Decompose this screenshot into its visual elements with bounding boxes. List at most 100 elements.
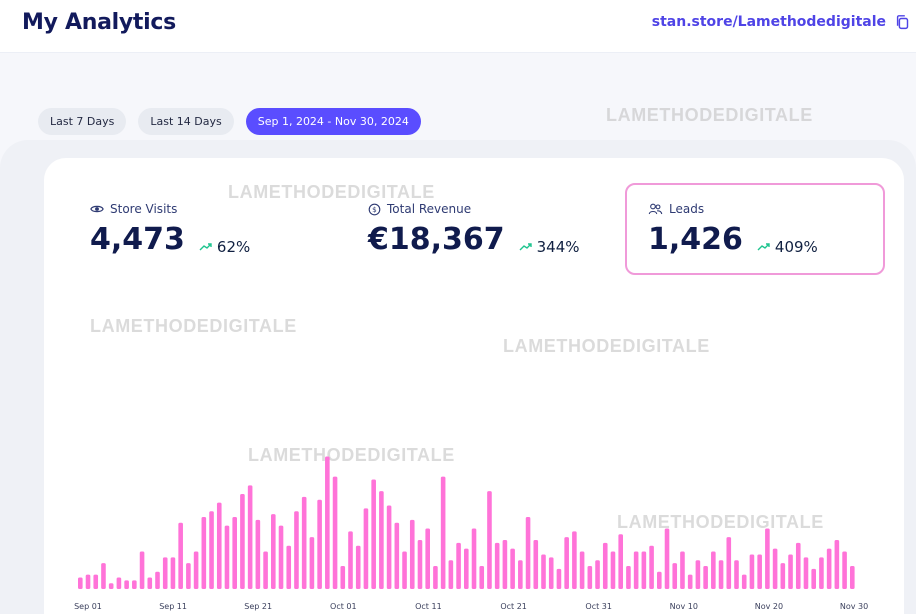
chart-bar bbox=[788, 554, 793, 589]
chart-bar bbox=[595, 560, 600, 589]
chart-bar bbox=[703, 565, 708, 589]
chart-bar bbox=[471, 528, 477, 589]
chart-bar bbox=[510, 548, 515, 589]
chart-bar bbox=[695, 560, 701, 589]
chart-bar bbox=[417, 540, 423, 589]
chart-bar bbox=[726, 537, 732, 589]
chart-bar bbox=[340, 565, 346, 589]
chart-bar bbox=[749, 554, 755, 589]
chart-bar bbox=[572, 531, 577, 589]
chart-bar bbox=[842, 551, 847, 589]
chart-bar bbox=[255, 519, 261, 589]
chart-bar bbox=[278, 525, 284, 589]
chart-bar bbox=[633, 551, 639, 589]
chart-bar bbox=[147, 577, 153, 589]
chart-bar bbox=[85, 574, 91, 589]
chart-bar bbox=[232, 517, 237, 589]
chart-bar bbox=[672, 563, 678, 589]
chart-bar bbox=[657, 571, 662, 589]
chart-bar bbox=[108, 583, 114, 589]
chart-bar bbox=[186, 563, 191, 589]
chart-bar bbox=[286, 545, 292, 589]
chart-bar bbox=[101, 563, 106, 589]
chart-bar bbox=[556, 568, 562, 589]
x-tick-label: Oct 11 bbox=[415, 602, 442, 611]
chart-bar bbox=[178, 522, 183, 589]
chart-bar bbox=[741, 574, 747, 589]
x-tick-label: Nov 30 bbox=[840, 602, 868, 611]
chart-bar bbox=[224, 525, 230, 589]
chart-bar bbox=[494, 542, 500, 589]
chart-bar bbox=[193, 551, 199, 589]
chart-bar bbox=[757, 554, 762, 589]
chart-bar bbox=[464, 548, 469, 589]
chart-bar bbox=[355, 545, 361, 589]
chart-bar bbox=[116, 577, 122, 589]
chart-bar bbox=[518, 560, 523, 589]
chart-bar bbox=[819, 557, 824, 589]
chart-bar bbox=[309, 537, 315, 589]
leads-bar-chart: Sep 01 Sep 11 Sep 21 Oct 01 Oct 11 Oct 21 Oct … bbox=[74, 456, 868, 611]
chart-bar bbox=[680, 551, 685, 589]
chart-bar bbox=[602, 542, 608, 589]
chart-bar bbox=[803, 557, 809, 589]
x-tick-label: Sep 11 bbox=[159, 602, 187, 611]
chart-bar bbox=[201, 517, 207, 589]
chart-bar bbox=[487, 491, 492, 589]
x-tick-label: Nov 20 bbox=[755, 602, 783, 611]
chart-bar bbox=[271, 514, 276, 589]
chart-bar bbox=[564, 537, 569, 589]
chart-bar bbox=[124, 580, 129, 589]
chart-bar bbox=[502, 540, 508, 589]
chart-bar bbox=[826, 548, 832, 589]
chart-bar bbox=[795, 542, 801, 589]
chart-bar bbox=[610, 551, 616, 589]
chart-bar bbox=[216, 502, 222, 589]
chart-bar bbox=[348, 531, 353, 589]
x-tick-label: Oct 31 bbox=[585, 602, 612, 611]
chart-bar bbox=[363, 508, 369, 589]
chart-bar bbox=[332, 476, 338, 589]
chart-bar bbox=[641, 551, 647, 589]
chart-bar bbox=[811, 568, 816, 589]
chart-bar bbox=[618, 534, 623, 589]
chart-bar bbox=[78, 577, 83, 589]
chart-bar bbox=[772, 548, 778, 589]
chart-bar bbox=[409, 519, 415, 589]
chart-bar bbox=[379, 491, 384, 589]
chart-bar bbox=[394, 522, 400, 589]
x-tick-label: Oct 21 bbox=[500, 602, 527, 611]
chart-bar bbox=[533, 540, 539, 589]
chart-bar bbox=[155, 571, 160, 589]
chart-bar bbox=[456, 542, 461, 589]
chart-bar bbox=[579, 551, 585, 589]
chart-bar bbox=[209, 511, 214, 589]
x-tick-label: Sep 01 bbox=[74, 602, 102, 611]
chart-bar bbox=[479, 565, 485, 589]
chart-bar bbox=[850, 565, 855, 589]
chart-bar bbox=[664, 528, 670, 589]
chart-bar bbox=[386, 505, 392, 589]
chart-bar bbox=[139, 551, 145, 589]
x-tick-label: Oct 01 bbox=[330, 602, 357, 611]
chart-bar bbox=[93, 574, 99, 589]
chart-bar bbox=[548, 557, 554, 589]
chart-bar bbox=[132, 580, 137, 589]
chart-bar bbox=[301, 496, 307, 589]
chart-bar bbox=[240, 493, 245, 589]
chart-bar bbox=[525, 517, 531, 589]
chart-bar bbox=[162, 557, 168, 589]
chart-bar bbox=[834, 540, 840, 589]
chart-bar bbox=[780, 563, 786, 589]
chart-bar bbox=[711, 551, 716, 589]
chart-bar bbox=[765, 528, 770, 589]
chart-bar bbox=[247, 485, 253, 589]
chart-bar bbox=[425, 528, 430, 589]
chart-bar bbox=[649, 545, 654, 589]
chart-bar bbox=[170, 557, 176, 589]
chart-bar bbox=[718, 560, 724, 589]
chart-bar bbox=[263, 551, 268, 589]
chart-bar bbox=[433, 565, 438, 589]
chart-bar bbox=[448, 560, 454, 589]
chart-bar bbox=[541, 554, 546, 589]
